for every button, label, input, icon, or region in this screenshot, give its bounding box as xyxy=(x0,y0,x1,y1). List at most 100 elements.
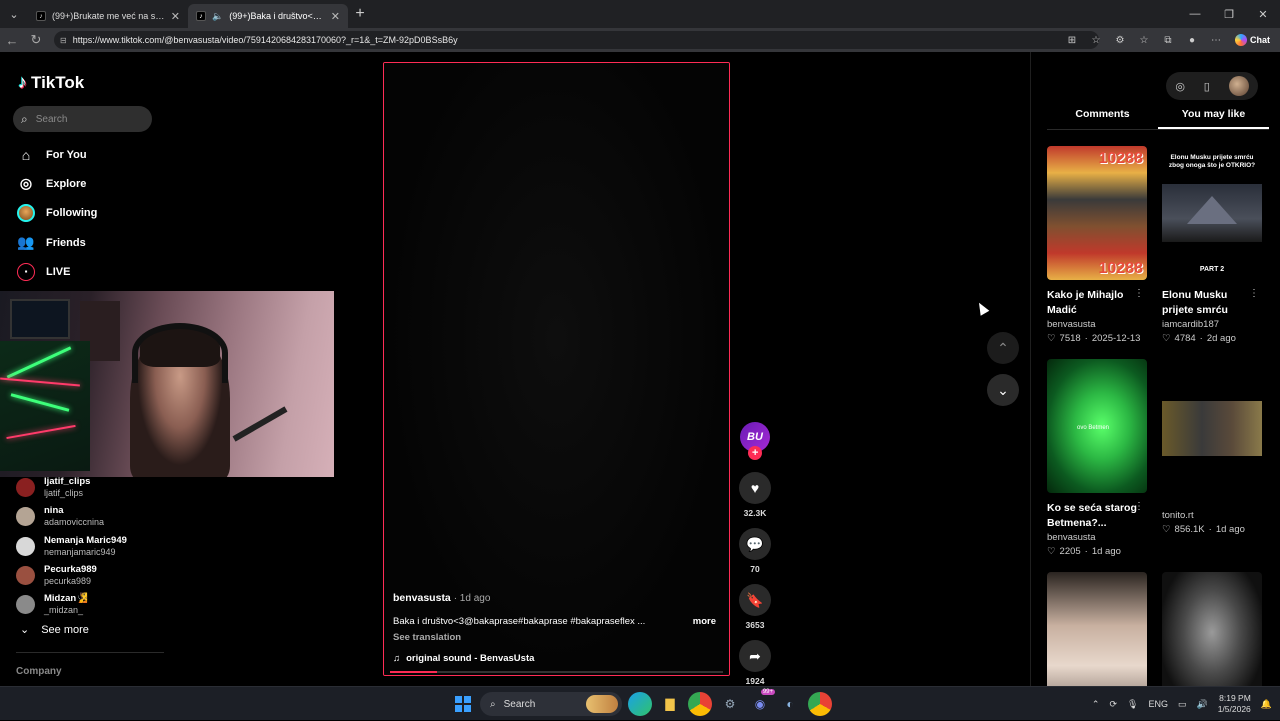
discord-icon[interactable]: ◉ 99+ xyxy=(748,689,775,716)
more-button[interactable]: more xyxy=(693,616,716,627)
video-thumbnail[interactable] xyxy=(1162,572,1262,686)
suggested-video-card[interactable]: tonito.rt ♡ 856.1K · 1d ago xyxy=(1162,359,1263,535)
favorites-icon[interactable]: ☆ xyxy=(1135,31,1153,49)
chrome-profile-icon[interactable] xyxy=(808,692,832,716)
profile-avatar[interactable] xyxy=(1228,76,1249,96)
tab-you-may-like[interactable]: You may like xyxy=(1158,108,1269,129)
video-thumbnail[interactable]: 10288 10288 xyxy=(1047,146,1147,280)
browser-tab-bar: ⌄ ♪ (99+)Brukate me već na startu 😡 ✕ ♪ … xyxy=(0,0,1280,28)
refresh-icon[interactable]: ↻ xyxy=(24,28,48,52)
coins-icon[interactable]: ◎ xyxy=(1175,80,1185,93)
tiktok-page: ♪ TikTok ⌕ Search ⌂ For You ◎ Explore Fo… xyxy=(0,52,1280,686)
chrome-icon[interactable] xyxy=(688,692,712,716)
video-thumbnail[interactable] xyxy=(1162,359,1262,493)
suggested-video-card[interactable] xyxy=(1162,572,1263,686)
video-author[interactable]: benvasusta · 1d ago xyxy=(393,592,490,604)
nav-friends[interactable]: 👥 Friends xyxy=(16,228,176,257)
microphone-icon[interactable]: 🎙 xyxy=(1127,699,1138,710)
more-menu-icon[interactable]: ⋯ xyxy=(1207,31,1225,49)
more-options-icon[interactable]: ⋮ xyxy=(1134,288,1144,299)
tiktok-logo[interactable]: ♪ TikTok xyxy=(18,72,84,93)
app-available-icon[interactable]: ⊞ xyxy=(1063,31,1081,49)
tab-comments[interactable]: Comments xyxy=(1047,108,1158,129)
language-indicator[interactable]: ENG xyxy=(1148,699,1168,709)
file-explorer-icon[interactable]: ▇ xyxy=(658,692,682,716)
edge-icon[interactable] xyxy=(628,692,652,716)
account-item[interactable]: Pecurka989 pecurka989 xyxy=(16,561,176,590)
nav-live[interactable]: ▪ LIVE xyxy=(16,257,176,286)
speaker-icon[interactable]: 🔈 xyxy=(212,11,223,22)
volume-icon[interactable]: 🔊 xyxy=(1196,699,1207,710)
url-field[interactable]: ⊟ https://www.tiktok.com/@benvasusta/vid… xyxy=(54,31,1099,49)
comment-icon[interactable]: 💬 xyxy=(739,528,771,560)
comment-action[interactable]: 💬 70 xyxy=(738,528,772,574)
clock[interactable]: 8:19 PM 1/5/2026 xyxy=(1218,693,1251,715)
new-tab-button[interactable]: + xyxy=(348,5,372,23)
copilot-chat-button[interactable]: Chat xyxy=(1231,31,1274,49)
following-avatar-icon xyxy=(16,203,36,223)
account-item[interactable]: ljatif_clips ljatif_clips xyxy=(16,473,176,502)
nav-for-you[interactable]: ⌂ For You xyxy=(16,140,176,169)
nav-explore[interactable]: ◎ Explore xyxy=(16,169,176,198)
restore-icon[interactable]: ❐ xyxy=(1212,0,1246,28)
like-action[interactable]: ♥ 32.3K xyxy=(738,472,772,518)
browser-tab-2[interactable]: ♪ 🔈 (99+)Baka i društvo<3@baka ✕ xyxy=(188,4,348,28)
back-icon[interactable]: ← xyxy=(0,28,24,52)
nav-following[interactable]: Following xyxy=(16,199,176,228)
more-options-icon[interactable]: ⋮ xyxy=(1134,501,1144,512)
share-action[interactable]: ➦ 1924 xyxy=(738,640,772,686)
close-tab-icon[interactable]: ✕ xyxy=(331,10,340,23)
favorite-star-icon[interactable]: ☆ xyxy=(1087,31,1105,49)
suggested-video-card[interactable]: ovo Betmen Ko se seća starog Betmena?...… xyxy=(1047,359,1148,557)
steam-icon[interactable]: ◐ xyxy=(778,692,802,716)
chevron-down-icon: ⌄ xyxy=(997,381,1009,398)
video-player[interactable]: benvasusta · 1d ago Baka i društvo<3@bak… xyxy=(383,62,730,676)
creator-avatar[interactable]: BU + xyxy=(740,422,770,460)
save-action[interactable]: 🔖 3653 xyxy=(738,584,772,630)
account-item[interactable]: nina adamoviccnina xyxy=(16,502,176,531)
suggested-video-card[interactable] xyxy=(1047,572,1148,686)
device-icon[interactable]: ▯ xyxy=(1204,80,1210,93)
windows-start-icon[interactable] xyxy=(452,693,474,715)
settings-icon[interactable]: ⚙ xyxy=(718,692,742,716)
network-icon[interactable]: ▭ xyxy=(1178,699,1187,710)
follow-plus-icon[interactable]: + xyxy=(748,446,762,460)
company-link[interactable]: Company xyxy=(16,666,62,677)
account-item[interactable]: Nemanja Maric949 nemanjamaric949 xyxy=(16,532,176,561)
see-more-button[interactable]: ⌄ See more xyxy=(20,623,89,637)
heart-icon: ♡ xyxy=(1162,333,1171,344)
taskbar-search[interactable]: ⌕ Search xyxy=(480,692,622,716)
close-tab-icon[interactable]: ✕ xyxy=(171,10,180,23)
chevron-up-icon[interactable]: ⌃ xyxy=(1092,699,1100,710)
music-note-icon: ♫ xyxy=(393,653,401,664)
system-tray: ⌃ ⟳ 🎙 ENG ▭ 🔊 8:19 PM 1/5/2026 🔔 xyxy=(1092,687,1272,721)
extensions-icon[interactable]: ⚙ xyxy=(1111,31,1129,49)
profile-avatar-icon[interactable]: ● xyxy=(1183,31,1201,49)
video-thumbnail[interactable]: ovo Betmen xyxy=(1047,359,1147,493)
video-description: Baka i društvo<3@bakaprase#bakaprase #ba… xyxy=(393,616,646,627)
account-item[interactable]: Midzan🧏 _midzan_ xyxy=(16,590,176,619)
collections-icon[interactable]: ⧉ xyxy=(1159,31,1177,49)
site-info-icon[interactable]: ⊟ xyxy=(60,36,67,45)
heart-icon[interactable]: ♥ xyxy=(739,472,771,504)
close-window-icon[interactable]: ✕ xyxy=(1246,0,1280,28)
video-thumbnail[interactable]: Elonu Musku prijete smrću zbog onoga što… xyxy=(1162,146,1262,280)
search-input[interactable]: ⌕ Search xyxy=(13,106,152,132)
video-thumbnail[interactable] xyxy=(1047,572,1147,686)
browser-tab-1[interactable]: ♪ (99+)Brukate me već na startu 😡 ✕ xyxy=(28,4,188,28)
see-translation-link[interactable]: See translation xyxy=(393,632,461,643)
sound-link[interactable]: ♫ original sound - BenvasUsta xyxy=(393,653,534,664)
sync-icon[interactable]: ⟳ xyxy=(1109,699,1117,710)
bookmark-icon[interactable]: 🔖 xyxy=(739,584,771,616)
suggested-video-card[interactable]: 10288 10288 Kako je Mihajlo Madić PREVAR… xyxy=(1047,146,1148,344)
share-icon[interactable]: ➦ xyxy=(739,640,771,672)
next-video-button[interactable]: ⌄ xyxy=(987,374,1019,406)
video-progress-bar[interactable] xyxy=(390,671,723,673)
previous-video-button[interactable]: ⌃ xyxy=(987,332,1019,364)
more-options-icon[interactable]: ⋮ xyxy=(1249,288,1259,299)
suggested-video-card[interactable]: Elonu Musku prijete smrću zbog onoga što… xyxy=(1162,146,1263,344)
minimize-icon[interactable]: — xyxy=(1178,0,1212,28)
notification-bell-icon[interactable]: 🔔 xyxy=(1261,699,1272,710)
mouse-cursor-icon xyxy=(974,300,990,316)
tab-list-dropdown-icon[interactable]: ⌄ xyxy=(0,0,28,28)
